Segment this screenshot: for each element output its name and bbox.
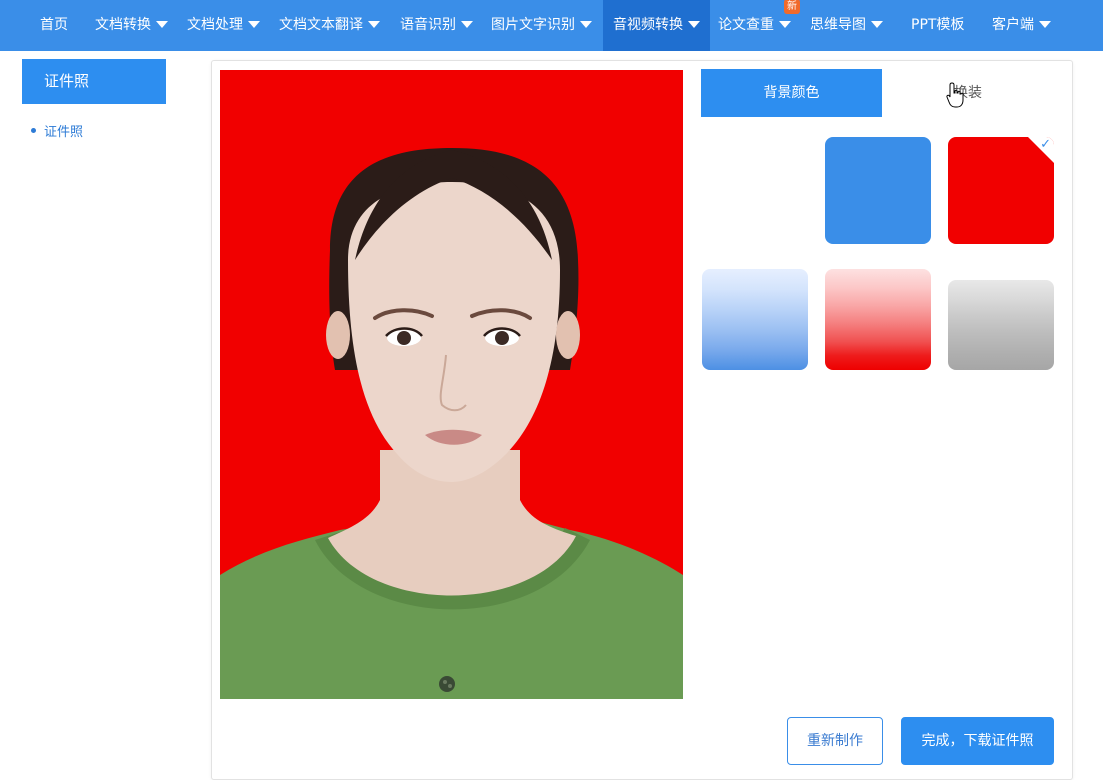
caret-down-icon xyxy=(871,20,883,28)
nav-label: 文档处理 xyxy=(187,17,243,33)
swatch-gradient-red[interactable] xyxy=(825,269,931,370)
nav-image-ocr[interactable]: 图片文字识别 xyxy=(491,0,592,51)
sidebar-item-label: 证件照 xyxy=(44,125,84,140)
nav-speech-recognition[interactable]: 语音识别 xyxy=(400,0,473,51)
nav-doc-translate[interactable]: 文档文本翻译 xyxy=(279,0,380,51)
swatch-gradient-gray[interactable] xyxy=(948,280,1054,370)
redo-button[interactable]: 重新制作 xyxy=(787,717,883,765)
sidebar-item-id-photo[interactable]: 证件照 xyxy=(31,121,83,140)
nav-label: 论文查重 xyxy=(718,17,774,33)
sidebar-title: 证件照 xyxy=(22,59,166,104)
caret-down-icon xyxy=(156,20,168,28)
nav-label: 文档转换 xyxy=(95,17,151,33)
nav-home[interactable]: 首页 xyxy=(40,0,68,51)
bullet-icon xyxy=(31,128,36,133)
nav-paper-check[interactable]: 论文查重新 xyxy=(718,0,800,51)
new-badge: 新 xyxy=(784,0,800,14)
nav-label: 图片文字识别 xyxy=(491,17,575,33)
swatch-gradient-blue[interactable] xyxy=(702,269,808,370)
nav-mindmap[interactable]: 思维导图 xyxy=(810,0,883,51)
nav-label: 客户端 xyxy=(992,17,1034,33)
caret-down-icon xyxy=(1039,20,1051,28)
id-photo-preview xyxy=(220,70,683,699)
caret-down-icon xyxy=(779,20,791,28)
nav-client[interactable]: 客户端 xyxy=(992,0,1051,51)
hand-cursor-icon xyxy=(946,82,964,108)
check-icon: ✓ xyxy=(1040,137,1051,152)
top-nav: 首页 文档转换 文档处理 文档文本翻译 语音识别 图片文字识别 音视频转换 论文… xyxy=(0,0,1103,51)
caret-down-icon xyxy=(368,20,380,28)
nav-ppt-templates[interactable]: PPT模板 xyxy=(911,0,964,51)
tab-background-color[interactable]: 背景颜色 xyxy=(701,69,882,117)
swatch-red[interactable]: ✓ xyxy=(948,137,1054,244)
portrait-illustration xyxy=(220,70,683,699)
nav-label: 文档文本翻译 xyxy=(279,17,363,33)
tab-outfit[interactable]: 换装 xyxy=(882,69,1054,117)
nav-label: 语音识别 xyxy=(400,17,456,33)
caret-down-icon xyxy=(248,20,260,28)
nav-label: PPT模板 xyxy=(911,17,965,33)
nav-label: 思维导图 xyxy=(810,17,866,33)
nav-doc-process[interactable]: 文档处理 xyxy=(187,0,260,51)
nav-av-convert[interactable]: 音视频转换 xyxy=(603,0,710,51)
nav-label: 首页 xyxy=(40,17,68,33)
swatch-blue[interactable] xyxy=(825,137,931,244)
caret-down-icon xyxy=(580,20,592,28)
caret-down-icon xyxy=(688,20,700,28)
nav-label: 音视频转换 xyxy=(613,17,683,33)
download-button[interactable]: 完成，下载证件照 xyxy=(901,717,1054,765)
nav-doc-convert[interactable]: 文档转换 xyxy=(95,0,168,51)
caret-down-icon xyxy=(461,20,473,28)
